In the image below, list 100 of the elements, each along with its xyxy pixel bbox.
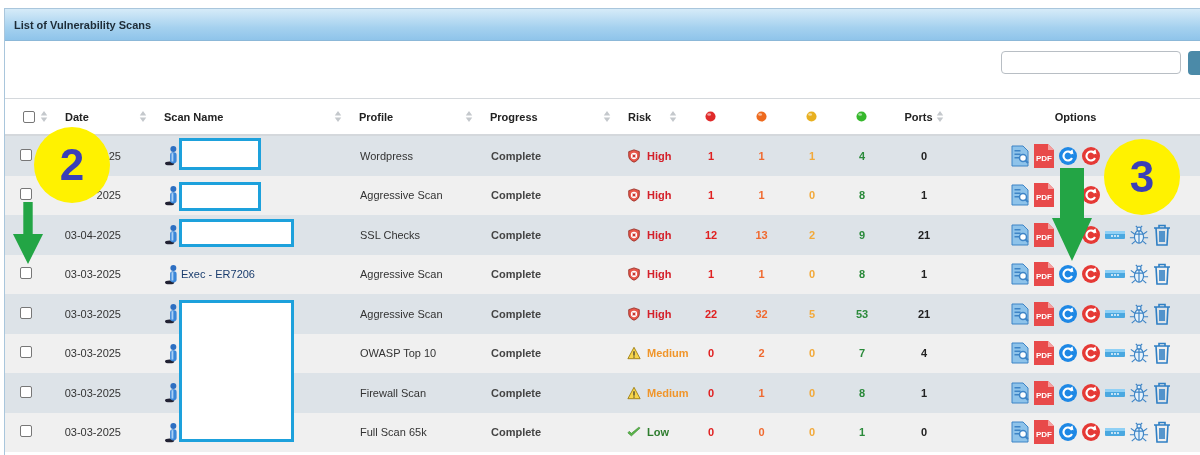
scan-date: 03-03-2025 bbox=[63, 307, 121, 320]
bug-icon[interactable] bbox=[1129, 421, 1149, 444]
column-header[interactable]: Date bbox=[65, 110, 89, 123]
pdf-icon[interactable]: PDF bbox=[1033, 380, 1055, 405]
pdf-icon[interactable]: PDF bbox=[1033, 143, 1055, 168]
trash-icon[interactable] bbox=[1152, 223, 1172, 246]
row-checkbox[interactable] bbox=[20, 425, 32, 438]
refresh-icon[interactable] bbox=[1081, 381, 1101, 404]
search-field[interactable] bbox=[1001, 51, 1181, 74]
pdf-icon[interactable]: PDF bbox=[1033, 183, 1055, 208]
column-header[interactable]: Scan Name bbox=[164, 110, 224, 123]
finding-count: 7 bbox=[858, 347, 866, 360]
report-icon[interactable] bbox=[1010, 184, 1030, 207]
column-header[interactable]: Profile bbox=[359, 110, 394, 123]
finding-count: 8 bbox=[858, 386, 866, 399]
column-header[interactable]: Progress bbox=[490, 110, 538, 123]
row-checkbox[interactable] bbox=[20, 346, 32, 359]
pdf-icon[interactable]: PDF bbox=[1033, 301, 1055, 326]
scan-profile: Firewall Scan bbox=[360, 386, 427, 399]
refresh-icon[interactable] bbox=[1081, 342, 1101, 365]
row-checkbox[interactable] bbox=[20, 306, 32, 319]
trash-icon[interactable] bbox=[1152, 421, 1172, 444]
finding-count: 0 bbox=[808, 347, 816, 360]
pdf-icon[interactable]: PDF bbox=[1033, 420, 1055, 445]
finding-count: 0 bbox=[758, 426, 765, 439]
refresh-icon[interactable] bbox=[1058, 144, 1078, 167]
bug-icon[interactable] bbox=[1129, 381, 1149, 404]
bug-icon[interactable] bbox=[1129, 342, 1149, 365]
trash-icon[interactable] bbox=[1152, 342, 1172, 365]
port-count: 1 bbox=[920, 386, 928, 399]
report-icon[interactable] bbox=[1010, 144, 1030, 167]
refresh-icon[interactable] bbox=[1058, 342, 1078, 365]
report-icon[interactable] bbox=[1010, 263, 1030, 286]
bug-icon[interactable] bbox=[1129, 223, 1149, 246]
report-icon[interactable] bbox=[1010, 421, 1030, 444]
progress-status: Complete bbox=[491, 268, 542, 281]
scan-date: 03-03-2025 bbox=[63, 426, 121, 439]
user-icon bbox=[165, 263, 178, 285]
user-icon bbox=[165, 342, 178, 364]
finding-count: 0 bbox=[808, 268, 816, 281]
search-button[interactable] bbox=[1188, 50, 1200, 75]
row-checkbox[interactable] bbox=[20, 267, 32, 280]
ticket-icon[interactable] bbox=[1104, 347, 1126, 360]
ticket-icon[interactable] bbox=[1104, 386, 1126, 399]
pdf-icon[interactable]: PDF bbox=[1033, 262, 1055, 287]
column-header[interactable]: Risk bbox=[628, 110, 652, 123]
refresh-icon[interactable] bbox=[1081, 421, 1101, 444]
ticket-icon[interactable] bbox=[1104, 307, 1126, 320]
finding-count: 1 bbox=[808, 149, 816, 162]
refresh-icon[interactable] bbox=[1058, 263, 1078, 286]
column-header[interactable]: Ports bbox=[904, 110, 933, 123]
finding-count: 1 bbox=[707, 149, 715, 162]
bug-icon[interactable] bbox=[1129, 302, 1149, 325]
row-checkbox[interactable] bbox=[20, 385, 32, 398]
trash-icon[interactable] bbox=[1152, 302, 1172, 325]
finding-count: 53 bbox=[855, 307, 869, 320]
refresh-icon[interactable] bbox=[1058, 421, 1078, 444]
port-count: 21 bbox=[917, 228, 931, 241]
trash-icon[interactable] bbox=[1152, 263, 1172, 286]
finding-count: 13 bbox=[755, 228, 768, 241]
scan-profile: Aggressive Scan bbox=[360, 189, 443, 202]
pdf-icon[interactable]: PDF bbox=[1033, 341, 1055, 366]
finding-count: 0 bbox=[808, 386, 816, 399]
finding-count: 1 bbox=[758, 189, 765, 202]
finding-count: 0 bbox=[808, 189, 816, 202]
scan-date: 2025 bbox=[95, 189, 121, 202]
risk-level: High bbox=[647, 189, 672, 202]
refresh-icon[interactable] bbox=[1058, 381, 1078, 404]
report-icon[interactable] bbox=[1010, 223, 1030, 246]
finding-count: 22 bbox=[704, 307, 718, 320]
refresh-icon[interactable] bbox=[1081, 263, 1101, 286]
finding-count: 1 bbox=[707, 268, 715, 281]
user-icon bbox=[165, 421, 178, 443]
finding-count: 1 bbox=[858, 426, 866, 439]
risk-level: High bbox=[647, 268, 672, 281]
refresh-icon[interactable] bbox=[1081, 144, 1101, 167]
ticket-icon[interactable] bbox=[1104, 228, 1126, 241]
refresh-icon[interactable] bbox=[1081, 302, 1101, 325]
scan-name-link[interactable]: Exec - ER7206 bbox=[181, 268, 255, 281]
report-icon[interactable] bbox=[1010, 302, 1030, 325]
progress-status: Complete bbox=[491, 426, 542, 439]
refresh-icon[interactable] bbox=[1058, 302, 1078, 325]
progress-status: Complete bbox=[491, 307, 542, 320]
finding-count: 9 bbox=[858, 228, 866, 241]
trash-icon[interactable] bbox=[1152, 381, 1172, 404]
column-header: Options bbox=[1054, 110, 1097, 123]
finding-count: 8 bbox=[858, 268, 866, 281]
progress-status: Complete bbox=[491, 386, 542, 399]
scan-profile: Full Scan 65k bbox=[360, 426, 427, 439]
scan-date: 03-04-2025 bbox=[63, 228, 121, 241]
panel-title: List of Vulnerability Scans bbox=[14, 18, 152, 31]
report-icon[interactable] bbox=[1010, 381, 1030, 404]
bug-icon[interactable] bbox=[1129, 263, 1149, 286]
ticket-icon[interactable] bbox=[1104, 268, 1126, 281]
pdf-icon[interactable]: PDF bbox=[1033, 222, 1055, 247]
ticket-icon[interactable] bbox=[1104, 426, 1126, 439]
report-icon[interactable] bbox=[1010, 342, 1030, 365]
select-all-checkbox[interactable] bbox=[23, 110, 35, 123]
row-checkbox[interactable] bbox=[20, 188, 32, 201]
row-checkbox[interactable] bbox=[20, 148, 32, 161]
